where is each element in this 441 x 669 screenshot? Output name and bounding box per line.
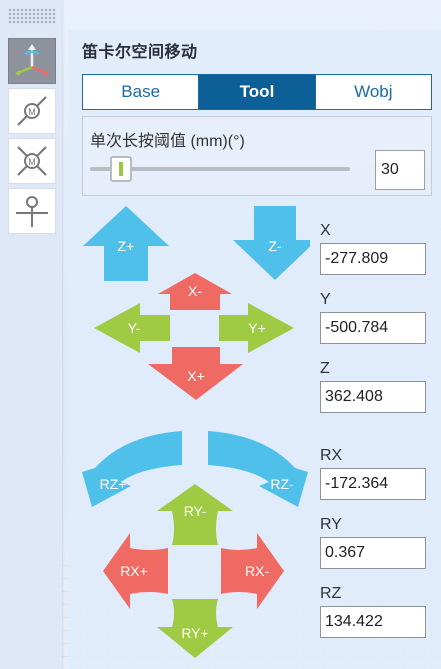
step-slider-thumb[interactable]	[110, 156, 132, 182]
x-minus-label: X-	[188, 283, 202, 299]
drag-grip[interactable]	[8, 8, 56, 24]
ry-minus-button[interactable]: RY-	[157, 484, 233, 545]
waypoint-icon	[16, 196, 48, 227]
tab-tool[interactable]: Tool	[199, 75, 316, 109]
y-plus-label: Y+	[248, 320, 266, 336]
z-plus-label: Z+	[118, 238, 135, 254]
y-minus-button[interactable]: Y-	[94, 303, 170, 353]
rz-minus-label: RZ-	[270, 476, 294, 492]
waypoint-button[interactable]	[8, 188, 56, 234]
jog-pad: Z+ Z- X- Y- Y+ X+ RZ+ RZ- RY- RX+ RX- RY…	[82, 206, 310, 658]
step-label: 单次长按阈值 (mm)(°)	[90, 133, 245, 150]
tab-wobj[interactable]: Wobj	[316, 75, 431, 109]
rx-minus-button[interactable]: RX-	[221, 533, 284, 609]
cartesian-move-button[interactable]	[8, 38, 56, 84]
svg-text:M: M	[28, 107, 36, 117]
rx-plus-label: RX+	[120, 563, 148, 579]
y-label: Y	[320, 291, 331, 308]
rz-plus-button[interactable]: RZ+	[82, 431, 182, 507]
ry-plus-label: RY+	[181, 625, 208, 641]
z-label: Z	[320, 360, 330, 377]
z-minus-button[interactable]: Z-	[233, 206, 310, 280]
ry-label: RY	[320, 516, 342, 533]
y-minus-label: Y-	[128, 320, 141, 336]
y-plus-button[interactable]: Y+	[219, 303, 294, 353]
rz-label: RZ	[320, 585, 342, 602]
rx-label: RX	[320, 447, 343, 464]
svg-text:M: M	[28, 157, 36, 167]
ry-value-field[interactable]: 0.367	[320, 537, 426, 569]
x-value-field[interactable]: -277.809	[320, 243, 426, 275]
multi-point-move-button[interactable]: M	[8, 138, 56, 184]
rz-value-field[interactable]: 134.422	[320, 606, 426, 638]
y-value-field[interactable]: -500.784	[320, 312, 426, 344]
rz-plus-label: RZ+	[100, 476, 127, 492]
x-minus-button[interactable]: X-	[158, 273, 232, 310]
linear-move-button[interactable]: M	[8, 88, 56, 134]
z-value-field[interactable]: 362.408	[320, 381, 426, 413]
z-minus-label: Z-	[268, 238, 282, 254]
x-plus-button[interactable]: X+	[148, 347, 243, 400]
rz-minus-button[interactable]: RZ-	[208, 431, 308, 507]
ry-plus-button[interactable]: RY+	[157, 599, 233, 658]
z-plus-button[interactable]: Z+	[83, 206, 169, 281]
rx-value-field[interactable]: -172.364	[320, 468, 426, 500]
rx-plus-button[interactable]: RX+	[103, 533, 168, 609]
multi-point-move-icon: M	[17, 146, 47, 176]
x-label: X	[320, 222, 331, 239]
x-plus-label: X+	[187, 368, 205, 384]
linear-move-icon: M	[17, 96, 47, 126]
step-value-input[interactable]: 30	[375, 150, 425, 190]
cartesian-axes-icon	[15, 44, 49, 76]
rx-minus-label: RX-	[245, 563, 269, 579]
ry-minus-label: RY-	[184, 503, 207, 519]
coordinate-frame-selector: Base Tool Wobj	[82, 74, 432, 110]
panel-title: 笛卡尔空间移动	[82, 44, 198, 61]
tool-sidebar: M M	[0, 0, 62, 669]
tab-base[interactable]: Base	[83, 75, 200, 109]
